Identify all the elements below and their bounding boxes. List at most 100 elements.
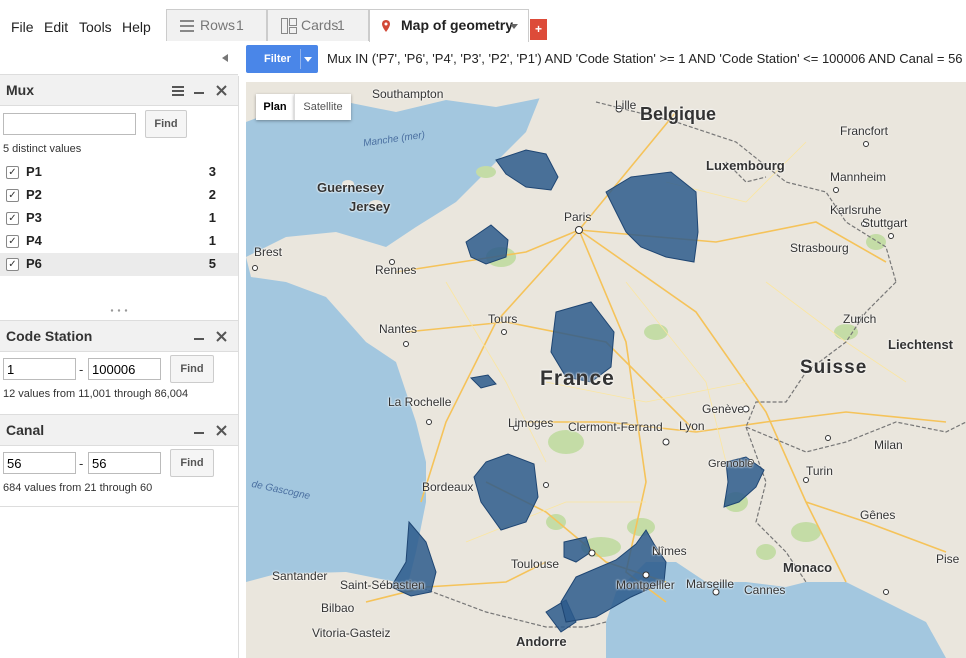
map-label: Jersey <box>349 199 391 214</box>
map-label: Toulouse <box>511 557 560 571</box>
code-station-find-button[interactable]: Find <box>170 355 214 383</box>
map-view[interactable]: Southampton Lille Belgique Francfort Man… <box>246 82 966 658</box>
map-label: Suisse <box>800 357 868 378</box>
map-label: Andorre <box>516 634 567 649</box>
map-label: Pise <box>936 552 960 566</box>
map-label: Santander <box>272 569 328 583</box>
resize-handle-icon[interactable] <box>109 309 129 312</box>
chevron-down-icon[interactable] <box>304 57 312 62</box>
filter-bar: Filter Mux IN ('P7', 'P6', 'P4', 'P3', '… <box>238 42 966 76</box>
map-label: Lille <box>615 98 637 112</box>
map-label: Rennes <box>375 263 417 277</box>
map-label: Montpellier <box>616 578 675 592</box>
canal-max-input[interactable] <box>88 452 161 474</box>
rows-icon <box>180 20 194 32</box>
range-separator: - <box>79 362 84 377</box>
map-label: Belgique <box>640 104 717 124</box>
menu-help[interactable]: Help <box>122 19 151 35</box>
minimize-icon[interactable] <box>194 432 204 435</box>
facet-count: 5 <box>208 256 216 271</box>
map-label: Lyon <box>679 419 705 433</box>
map-label: Monaco <box>783 560 833 575</box>
minimize-icon[interactable] <box>194 338 204 341</box>
map-label: Tours <box>488 312 518 326</box>
code-station-min-input[interactable] <box>3 358 76 380</box>
facet-label: P2 <box>26 187 42 202</box>
map-label: Stuttgart <box>862 216 908 230</box>
map-pin-icon <box>382 20 390 32</box>
menu-file[interactable]: File <box>11 19 34 35</box>
map-label: Nantes <box>379 322 418 336</box>
filter-panel: Mux Find 5 distinct values ✓ P1 3 ✓ P2 2… <box>0 42 239 658</box>
tab-cards-count: 1 <box>337 17 345 33</box>
tab-cards-label: Cards <box>301 17 339 33</box>
facet-label: P6 <box>26 256 42 271</box>
menu-tools[interactable]: Tools <box>79 19 112 35</box>
canal-title: Canal <box>6 422 45 438</box>
checkbox[interactable]: ✓ <box>6 166 19 179</box>
checkbox[interactable]: ✓ <box>6 258 19 271</box>
mux-find-button[interactable]: Find <box>145 110 187 138</box>
mux-title: Mux <box>6 82 34 98</box>
tab-rows-count: 1 <box>236 17 244 33</box>
code-station-card-header: Code Station <box>0 320 238 352</box>
chevron-down-icon[interactable] <box>510 24 518 29</box>
map-label: Milan <box>874 438 903 452</box>
mux-facet-p4[interactable]: ✓ P4 1 <box>0 230 238 253</box>
mux-search-input[interactable] <box>3 113 136 135</box>
mux-card-header: Mux <box>0 74 238 106</box>
divider <box>300 49 301 69</box>
map-label: Bilbao <box>321 601 355 615</box>
facet-label: P1 <box>26 164 42 179</box>
mux-facet-p3[interactable]: ✓ P3 1 <box>0 207 238 230</box>
canal-card-header: Canal <box>0 414 238 446</box>
map-label: Turin <box>806 464 833 478</box>
map-label: Limoges <box>508 416 554 430</box>
map-label: France <box>540 367 615 390</box>
tab-map[interactable]: Map of geometry <box>369 9 529 43</box>
menu-icon[interactable] <box>172 86 184 96</box>
map-type-satellite-button[interactable]: Satellite <box>294 94 351 120</box>
map-label: Southampton <box>372 87 444 101</box>
map-label: Gênes <box>860 508 896 522</box>
tab-cards[interactable]: Cards 1 <box>267 9 369 41</box>
mux-facet-p1[interactable]: ✓ P1 3 <box>0 161 238 184</box>
facet-count: 1 <box>208 210 216 225</box>
code-station-title: Code Station <box>6 328 93 344</box>
minimize-icon[interactable] <box>194 92 204 95</box>
checkbox[interactable]: ✓ <box>6 189 19 202</box>
map-label: Saint-Sébastien <box>340 578 425 592</box>
filter-button[interactable]: Filter <box>246 45 318 73</box>
menu-bar: File Edit Tools Help Rows 1 Cards 1 Map … <box>0 0 966 43</box>
map-label: Luxembourg <box>706 158 785 173</box>
filter-query[interactable]: Mux IN ('P7', 'P6', 'P4', 'P3', 'P2', 'P… <box>327 51 963 66</box>
map-label: Bordeaux <box>422 480 474 494</box>
canal-find-button[interactable]: Find <box>170 449 214 477</box>
map-label: Cannes <box>744 583 786 597</box>
checkbox[interactable]: ✓ <box>6 212 19 225</box>
close-icon[interactable] <box>216 331 227 342</box>
menu-edit[interactable]: Edit <box>44 19 68 35</box>
map-label: La Rochelle <box>388 395 452 409</box>
add-tab-button[interactable]: + <box>530 19 547 40</box>
range-separator: - <box>79 456 84 471</box>
map-label: Karlsruhe <box>830 203 882 217</box>
code-station-max-input[interactable] <box>88 358 161 380</box>
canal-min-input[interactable] <box>3 452 76 474</box>
mux-facet-p2[interactable]: ✓ P2 2 <box>0 184 238 207</box>
land-corsica-edge <box>930 615 966 639</box>
close-icon[interactable] <box>216 425 227 436</box>
mux-distinct-count: 5 distinct values <box>3 143 82 155</box>
facet-count: 1 <box>208 233 216 248</box>
map-label: Francfort <box>840 124 889 138</box>
tab-rows[interactable]: Rows 1 <box>166 9 267 41</box>
tab-map-label: Map of geometry <box>401 17 514 33</box>
map-label: Grenoble <box>708 458 754 470</box>
mux-facet-p6[interactable]: ✓ P6 5 <box>0 253 238 276</box>
close-icon[interactable] <box>216 85 227 96</box>
map-type-plan-button[interactable]: Plan <box>256 94 294 120</box>
collapse-panel-icon[interactable] <box>222 54 228 62</box>
map-label: Nîmes <box>652 544 687 558</box>
checkbox[interactable]: ✓ <box>6 235 19 248</box>
map-label: Zurich <box>843 312 877 326</box>
